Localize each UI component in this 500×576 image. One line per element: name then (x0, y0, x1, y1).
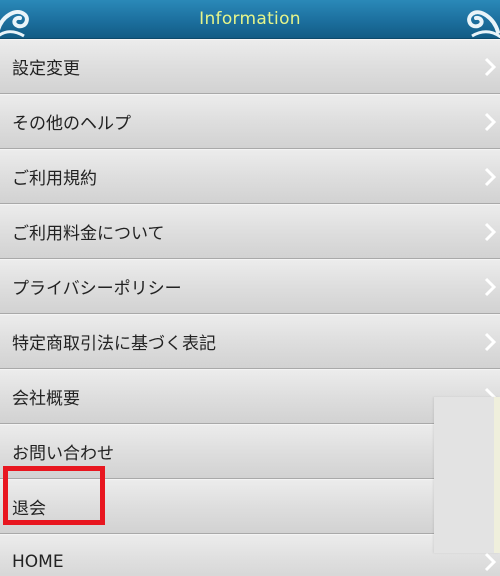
menu-item-company[interactable]: 会社概要 (0, 369, 500, 424)
page-title: Information (199, 9, 301, 29)
menu-item-fees[interactable]: ご利用料金について (0, 204, 500, 259)
menu-item-label: お問い合わせ (12, 444, 114, 464)
menu-item-unsubscribe[interactable]: 退会 (0, 479, 500, 534)
menu-item-other-help[interactable]: その他のヘルプ (0, 94, 500, 149)
chevron-right-icon (484, 552, 496, 571)
menu-item-label: HOME (12, 551, 64, 572)
chevron-right-icon (484, 277, 496, 296)
menu-item-terms[interactable]: ご利用規約 (0, 149, 500, 204)
overlay-panel-edge (494, 397, 500, 553)
chevron-right-icon (484, 332, 496, 351)
menu-item-label: 退会 (12, 499, 46, 519)
wave-decoration-icon (0, 10, 29, 38)
menu-item-contact[interactable]: お問い合わせ (0, 424, 500, 479)
menu-item-label: 会社概要 (12, 389, 80, 409)
wave-decoration-icon (467, 10, 500, 38)
menu-item-label: ご利用料金について (12, 224, 165, 244)
menu-list: 設定変更 その他のヘルプ ご利用規約 ご利用料金について プライバシーポリシー … (0, 39, 500, 576)
menu-item-settings[interactable]: 設定変更 (0, 39, 500, 94)
chevron-right-icon (484, 167, 496, 186)
menu-item-label: その他のヘルプ (12, 114, 131, 134)
menu-item-home[interactable]: HOME (0, 534, 500, 576)
chevron-right-icon (484, 222, 496, 241)
menu-item-label: プライバシーポリシー (12, 279, 182, 299)
chevron-right-icon (484, 112, 496, 131)
menu-item-label: ご利用規約 (12, 169, 97, 189)
menu-item-label: 設定変更 (12, 59, 80, 79)
overlay-panel (434, 397, 500, 553)
app-window: Information 設定変更 その他のヘルプ ご利用規約 ご利用料金について… (0, 0, 500, 576)
menu-item-commercial-law[interactable]: 特定商取引法に基づく表記 (0, 314, 500, 369)
menu-item-label: 特定商取引法に基づく表記 (12, 334, 216, 354)
menu-item-privacy-policy[interactable]: プライバシーポリシー (0, 259, 500, 314)
chevron-right-icon (484, 57, 496, 76)
header-bar: Information (0, 0, 500, 39)
